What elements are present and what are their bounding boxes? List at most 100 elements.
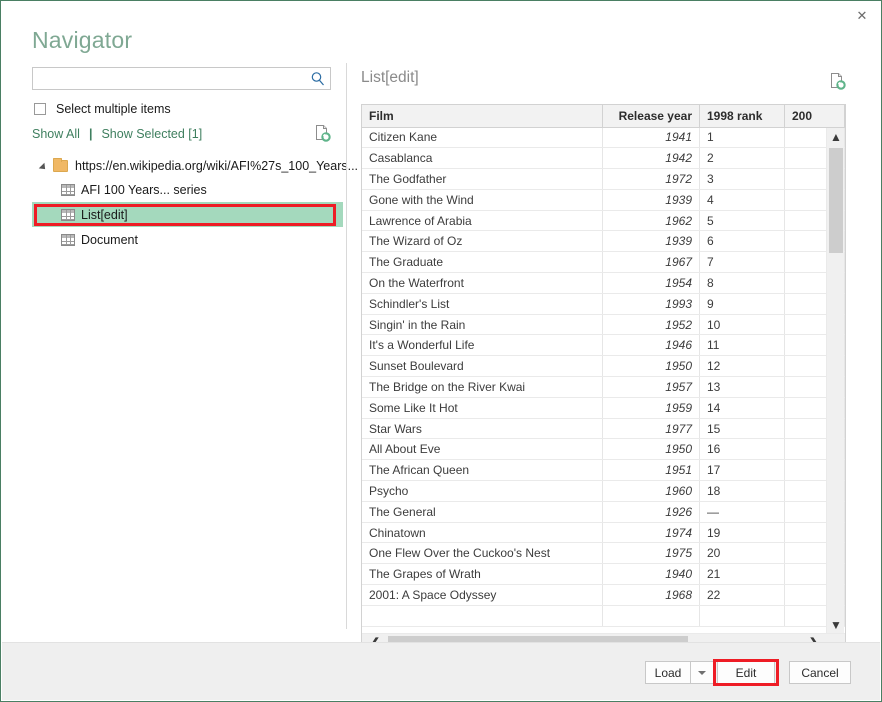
cell-release-year: 1957 bbox=[602, 376, 700, 398]
table-row[interactable]: Chinatown 1974 19 bbox=[362, 522, 845, 544]
cell-1998-rank: 19 bbox=[699, 522, 785, 544]
preview-panel: List[edit] Film Release year 1998 rank 2… bbox=[361, 63, 851, 653]
table-row[interactable]: Lawrence of Arabia 1962 5 bbox=[362, 210, 845, 232]
column-header-2007-rank[interactable]: 200 bbox=[784, 105, 845, 128]
cell-1998-rank: 22 bbox=[699, 584, 785, 606]
select-multiple-items-row[interactable]: Select multiple items bbox=[34, 102, 171, 116]
cell-release-year: 1939 bbox=[602, 189, 700, 211]
table-row[interactable]: Some Like It Hot 1959 14 bbox=[362, 397, 845, 419]
cell-1998-rank: 11 bbox=[699, 334, 785, 357]
table-row[interactable]: Star Wars 1977 15 bbox=[362, 418, 845, 440]
column-header-release-year[interactable]: Release year bbox=[602, 105, 700, 128]
cell-film: The Graduate bbox=[362, 251, 603, 274]
link-separator: | bbox=[88, 127, 93, 141]
search-box[interactable] bbox=[32, 67, 331, 90]
cell-1998-rank: 9 bbox=[699, 293, 785, 315]
table-row[interactable] bbox=[362, 605, 845, 627]
search-icon[interactable] bbox=[310, 71, 326, 87]
table-row[interactable]: The Grapes of Wrath 1940 21 bbox=[362, 563, 845, 586]
cell-1998-rank: 2 bbox=[699, 147, 785, 170]
table-row[interactable]: Schindler's List 1993 9 bbox=[362, 293, 845, 315]
scroll-down-icon[interactable]: ▼ bbox=[827, 616, 845, 633]
cell-film: One Flew Over the Cuckoo's Nest bbox=[362, 542, 603, 565]
cell-release-year: 1975 bbox=[602, 542, 700, 565]
refresh-document-icon-right[interactable] bbox=[828, 71, 848, 91]
tree-item-afi-series[interactable]: AFI 100 Years... series bbox=[32, 177, 343, 202]
table-row[interactable]: On the Waterfront 1954 8 bbox=[362, 272, 845, 294]
cell-1998-rank: 20 bbox=[699, 542, 785, 565]
tree-item-list-edit[interactable]: List[edit] bbox=[32, 202, 343, 227]
table-row[interactable]: The Graduate 1967 7 bbox=[362, 251, 845, 274]
cell-release-year: 1950 bbox=[602, 355, 700, 378]
table-grid-icon bbox=[61, 233, 75, 246]
search-input[interactable] bbox=[33, 68, 308, 89]
vertical-scrollbar[interactable]: ▲ ▼ bbox=[826, 128, 844, 633]
cell-film: The Grapes of Wrath bbox=[362, 563, 603, 586]
show-all-link[interactable]: Show All bbox=[32, 127, 80, 141]
preview-table-container: Film Release year 1998 rank 200 Citizen … bbox=[361, 104, 846, 653]
column-header-film[interactable]: Film bbox=[362, 105, 603, 128]
table-row[interactable]: 2001: A Space Odyssey 1968 22 bbox=[362, 584, 845, 606]
scroll-up-icon[interactable]: ▲ bbox=[827, 128, 845, 145]
cancel-button[interactable]: Cancel bbox=[789, 661, 851, 684]
close-icon[interactable]: ✕ bbox=[845, 2, 879, 28]
chevron-expand-icon[interactable] bbox=[39, 160, 51, 172]
page-title: Navigator bbox=[32, 27, 133, 53]
folder-icon bbox=[53, 158, 68, 172]
cell-1998-rank bbox=[699, 605, 785, 627]
table-row[interactable]: Sunset Boulevard 1950 12 bbox=[362, 355, 845, 378]
tree-item-label: List[edit] bbox=[81, 207, 128, 222]
cell-film: The Godfather bbox=[362, 168, 603, 190]
cell-release-year: 1952 bbox=[602, 314, 700, 336]
table-row[interactable]: The Wizard of Oz 1939 6 bbox=[362, 230, 845, 253]
table-row[interactable]: The African Queen 1951 17 bbox=[362, 459, 845, 482]
table-row[interactable]: Gone with the Wind 1939 4 bbox=[362, 189, 845, 211]
table-row[interactable]: The Godfather 1972 3 bbox=[362, 168, 845, 190]
cell-film: 2001: A Space Odyssey bbox=[362, 584, 603, 606]
table-row[interactable]: Psycho 1960 18 bbox=[362, 480, 845, 502]
tree-item-label: Document bbox=[81, 232, 138, 247]
cell-film: The Wizard of Oz bbox=[362, 230, 603, 253]
load-dropdown-button[interactable] bbox=[690, 661, 714, 684]
table-row[interactable]: It's a Wonderful Life 1946 11 bbox=[362, 334, 845, 357]
table-row[interactable]: Singin' in the Rain 1952 10 bbox=[362, 314, 845, 336]
select-multiple-items-checkbox[interactable] bbox=[34, 103, 46, 115]
table-row[interactable]: The General 1926— bbox=[362, 501, 845, 523]
cell-film: The General bbox=[362, 501, 603, 523]
table-row[interactable]: Citizen Kane 1941 1 bbox=[362, 127, 845, 149]
cell-release-year: 1974 bbox=[602, 522, 700, 544]
cell-film: Schindler's List bbox=[362, 293, 603, 315]
left-panel: Select multiple items Show All | Show Se… bbox=[32, 67, 358, 629]
show-selected-link[interactable]: Show Selected [1] bbox=[101, 127, 202, 141]
cell-film: Singin' in the Rain bbox=[362, 314, 603, 336]
refresh-document-icon-left[interactable] bbox=[313, 123, 333, 143]
cell-1998-rank: 5 bbox=[699, 210, 785, 232]
table-body: Citizen Kane 1941 1 Casablanca 1942 2 The Godf… bbox=[362, 127, 845, 627]
cell-release-year: 1941 bbox=[602, 127, 700, 149]
cell-film: Psycho bbox=[362, 480, 603, 502]
navigator-dialog: ✕ Navigator Select multiple items Show A… bbox=[0, 0, 882, 702]
cell-release-year: 1926 bbox=[602, 501, 700, 523]
cell-1998-rank: 3 bbox=[699, 168, 785, 190]
tree-item-document[interactable]: Document bbox=[32, 227, 343, 252]
table-row[interactable]: All About Eve 1950 16 bbox=[362, 438, 845, 461]
column-header-1998-rank[interactable]: 1998 rank bbox=[699, 105, 785, 128]
table-row[interactable]: One Flew Over the Cuckoo's Nest 1975 20 bbox=[362, 542, 845, 565]
table-row[interactable]: The Bridge on the River Kwai 1957 13 bbox=[362, 376, 845, 398]
table-row[interactable]: Casablanca 1942 2 bbox=[362, 147, 845, 170]
table-grid-icon bbox=[61, 208, 75, 221]
tree-root-item[interactable]: https://en.wikipedia.org/wiki/AFI%27s_10… bbox=[32, 155, 358, 177]
vertical-scroll-thumb[interactable] bbox=[829, 148, 843, 253]
cell-film: Star Wars bbox=[362, 418, 603, 440]
cell-1998-rank: 7 bbox=[699, 251, 785, 274]
cell-1998-rank: 17 bbox=[699, 459, 785, 482]
edit-button[interactable]: Edit bbox=[717, 661, 775, 684]
cell-release-year: 1960 bbox=[602, 480, 700, 502]
load-button[interactable]: Load bbox=[645, 661, 691, 684]
cell-film: Citizen Kane bbox=[362, 127, 603, 149]
table-header-row: Film Release year 1998 rank 200 bbox=[362, 105, 845, 128]
cell-release-year: 1967 bbox=[602, 251, 700, 274]
preview-table: Film Release year 1998 rank 200 Citizen … bbox=[362, 105, 845, 627]
cell-1998-rank: 4 bbox=[699, 189, 785, 211]
cell-release-year: 1940 bbox=[602, 563, 700, 586]
